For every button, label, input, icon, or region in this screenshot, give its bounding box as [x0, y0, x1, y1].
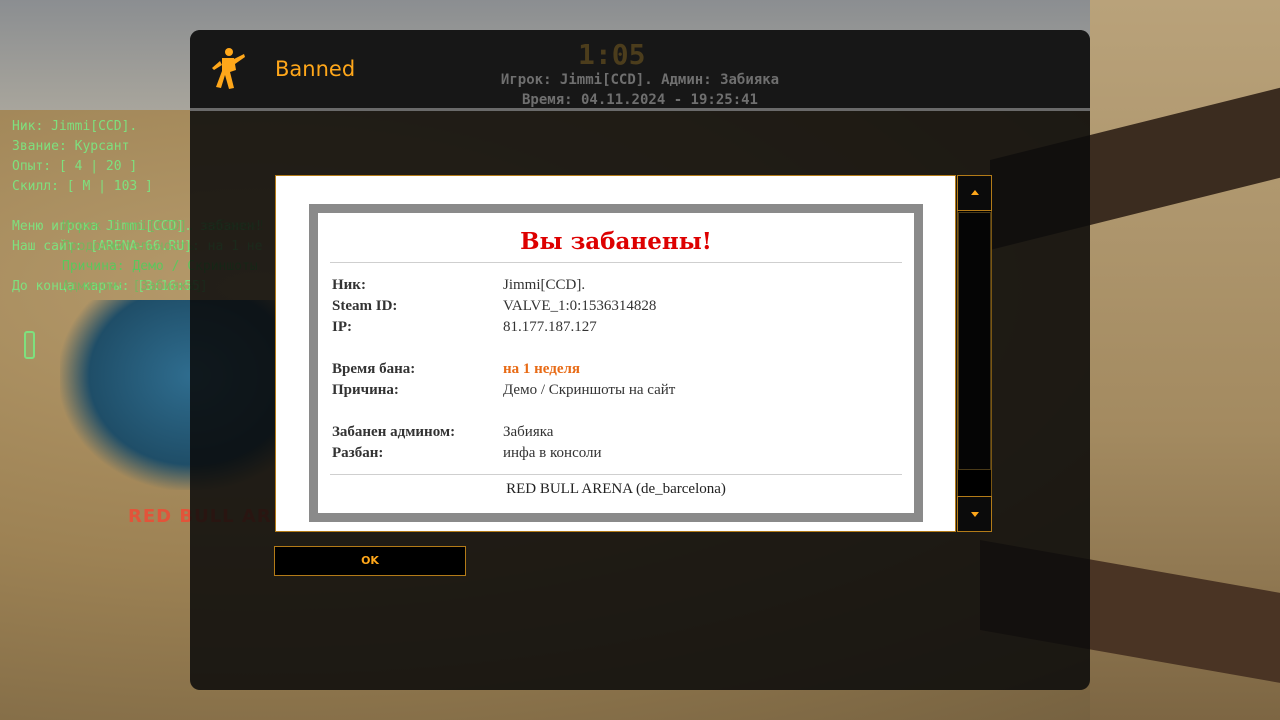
value-steam-id: VALVE_1:0:1536314828 [503, 298, 657, 314]
hud-armor-icon [24, 331, 35, 359]
label-unban: Разбан: [332, 445, 384, 461]
server-map-footer: RED BULL ARENA (de_barcelona) [506, 481, 726, 497]
scroll-down-button[interactable] [957, 496, 992, 532]
label-ban-time: Время бана: [332, 361, 416, 377]
label-nick: Ник: [332, 277, 366, 293]
hud-rank: Звание: Курсант [12, 139, 130, 154]
label-banned-by: Забанен админом: [332, 424, 456, 440]
hud-overlay-extend: Продолжительность [62, 239, 196, 254]
hud-skill: Скилл: [ M | 103 ] [12, 179, 153, 194]
value-ip: 81.177.187.127 [503, 319, 597, 335]
hud-nick: Ник: Jimmi[CCD]. [12, 119, 138, 134]
round-timer: 1:05 [578, 38, 646, 71]
label-ip: IP: [332, 319, 352, 335]
hud-overlay-admin: Админом: [Забияка] [62, 279, 203, 294]
overlay-time: Время: 04.11.2024 - 19:25:41 [521, 92, 758, 108]
overlay-player-admin: Игрок: Jimmi[CCD]. Админ: Забияка [500, 72, 780, 88]
ban-heading: Вы забанены! [520, 228, 712, 255]
divider [330, 262, 902, 263]
hud-exp: Опыт: [ 4 | 20 ] [12, 159, 138, 174]
value-unban: инфа в консоли [503, 445, 602, 461]
value-reason: Демо / Скриншоты на сайт [503, 382, 676, 398]
arrow-up-icon [971, 190, 979, 195]
divider [330, 474, 902, 475]
dialog-header-divider [190, 108, 1090, 111]
label-steam-id: Steam ID: [332, 298, 398, 314]
ban-info-frame: Вы забанены! Ник: Jimmi[CCD]. Steam ID: … [309, 204, 923, 522]
ok-button[interactable]: OK [274, 546, 466, 576]
value-ban-time: на 1 неделя [503, 361, 581, 377]
scrollbar-thumb[interactable] [958, 212, 991, 470]
scroll-up-button[interactable] [957, 175, 992, 211]
arrow-down-icon [971, 512, 979, 517]
label-reason: Причина: [332, 382, 399, 398]
value-banned-by: Забияка [503, 424, 554, 440]
motd-html-view[interactable]: Вы забанены! Ник: Jimmi[CCD]. Steam ID: … [275, 175, 956, 532]
value-nick: Jimmi[CCD]. [503, 277, 586, 293]
